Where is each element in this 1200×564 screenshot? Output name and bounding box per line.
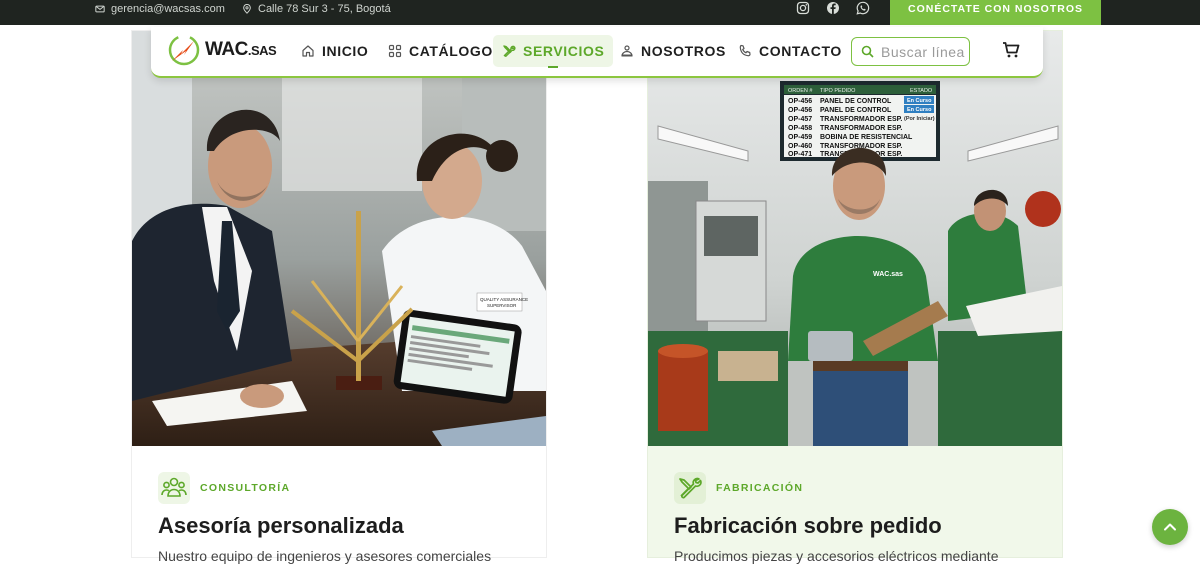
svg-text:(Por Iniciar): (Por Iniciar): [904, 116, 935, 122]
logo-bolt-icon: [168, 34, 200, 66]
nav-catalogo-label: CATÁLOGO: [409, 43, 493, 59]
category-label: CONSULTORÍA: [200, 482, 291, 494]
nav-catalogo[interactable]: CATÁLOGO: [379, 35, 502, 67]
mail-icon: [95, 5, 105, 12]
card-title: Asesoría personalizada: [158, 513, 404, 538]
nav-nosotros-label: NOSOTROS: [641, 43, 726, 59]
card-description: Nuestro equipo de ingenieros y asesores …: [158, 548, 492, 564]
cart-icon[interactable]: [1002, 41, 1020, 59]
service-card-fabricacion[interactable]: ORDEN # TIPO PEDIDO ESTADO OP-456 PANEL …: [647, 30, 1063, 564]
instagram-icon[interactable]: [796, 1, 810, 15]
category-row: FABRICACIÓN: [674, 472, 803, 504]
svg-text:OP-456: OP-456: [788, 98, 812, 105]
chevron-up-icon: [1164, 523, 1176, 531]
people-icon: [158, 472, 190, 504]
svg-text:SUPERVISOR: SUPERVISOR: [487, 303, 517, 308]
factory-illustration: ORDEN # TIPO PEDIDO ESTADO OP-456 PANEL …: [648, 31, 1062, 446]
card-title: Fabricación sobre pedido: [674, 513, 942, 538]
main-navbar: WAC.SAS INICIO CATÁLOGO SERVICIOS NOSOTR…: [151, 27, 1043, 78]
svg-text:PANEL DE CONTROL: PANEL DE CONTROL: [820, 107, 892, 114]
search-input[interactable]: [881, 43, 969, 60]
service-card-consultoria[interactable]: QUALITY ASSURANCE SUPERVISOR CONSULTORÍA…: [131, 30, 547, 564]
category-row: CONSULTORÍA: [158, 472, 290, 504]
svg-text:TRANSFORMADOR ESP.: TRANSFORMADOR ESP.: [820, 125, 902, 132]
logo-text: WAC.SAS: [205, 39, 277, 60]
team-icon: [621, 45, 633, 57]
svg-text:BOBINA DE RESISTENCIAL: BOBINA DE RESISTENCIAL: [820, 134, 913, 141]
svg-text:OP-459: OP-459: [788, 134, 812, 141]
home-icon: [302, 45, 314, 57]
brand-logo[interactable]: WAC.SAS: [167, 33, 277, 67]
nav-inicio[interactable]: INICIO: [292, 35, 377, 67]
board-header-status: ESTADO: [910, 88, 933, 94]
search-icon: [861, 45, 874, 58]
svg-text:PANEL DE CONTROL: PANEL DE CONTROL: [820, 98, 892, 105]
tools-icon: [503, 45, 516, 57]
svg-text:En Curso: En Curso: [907, 107, 932, 113]
location-pin-icon: [243, 3, 251, 14]
wrench-screwdriver-icon: [674, 472, 706, 504]
category-label: FABRICACIÓN: [716, 482, 804, 494]
svg-text:OP-471: OP-471: [788, 151, 812, 158]
active-indicator: [548, 66, 559, 68]
nav-servicios-label: SERVICIOS: [523, 43, 605, 59]
consultancy-photo: QUALITY ASSURANCE SUPERVISOR: [132, 31, 546, 446]
consultancy-illustration: QUALITY ASSURANCE SUPERVISOR: [132, 31, 546, 446]
top-bar: gerencia@wacsas.com Calle 78 Sur 3 - 75,…: [0, 0, 1200, 25]
nav-contacto-label: CONTACTO: [759, 43, 842, 59]
whatsapp-icon[interactable]: [856, 1, 870, 15]
svg-text:OP-458: OP-458: [788, 125, 812, 132]
email-text: gerencia@wacsas.com: [111, 2, 225, 15]
scroll-to-top-button[interactable]: [1152, 509, 1188, 545]
board-header-order: ORDEN #: [788, 88, 813, 94]
address-contact[interactable]: Calle 78 Sur 3 - 75, Bogotá: [242, 0, 391, 17]
board-header-type: TIPO PEDIDO: [820, 88, 856, 94]
grid-icon: [388, 44, 402, 58]
svg-text:En Curso: En Curso: [907, 98, 932, 104]
email-contact[interactable]: gerencia@wacsas.com: [95, 0, 225, 17]
svg-text:OP-460: OP-460: [788, 143, 812, 150]
phone-icon: [739, 44, 751, 57]
svg-text:OP-457: OP-457: [788, 116, 812, 123]
search-box[interactable]: [851, 37, 970, 66]
connect-button[interactable]: CONÉCTATE CON NOSOTROS: [890, 0, 1101, 25]
nav-contacto[interactable]: CONTACTO: [729, 35, 851, 67]
nav-servicios[interactable]: SERVICIOS: [493, 35, 614, 68]
card-description: Producimos piezas y accesorios eléctrico…: [674, 548, 999, 564]
nav-inicio-label: INICIO: [322, 43, 369, 59]
facebook-icon[interactable]: [826, 1, 840, 15]
svg-text:TRANSFORMADOR ESP.: TRANSFORMADOR ESP.: [820, 116, 902, 123]
svg-text:OP-456: OP-456: [788, 107, 812, 114]
shirt-logo-text: WAC.sas: [873, 271, 903, 278]
address-text: Calle 78 Sur 3 - 75, Bogotá: [258, 2, 391, 15]
nav-nosotros[interactable]: NOSOTROS: [611, 35, 735, 67]
factory-photo: ORDEN # TIPO PEDIDO ESTADO OP-456 PANEL …: [648, 31, 1062, 446]
badge-text: QUALITY ASSURANCE: [480, 297, 528, 302]
